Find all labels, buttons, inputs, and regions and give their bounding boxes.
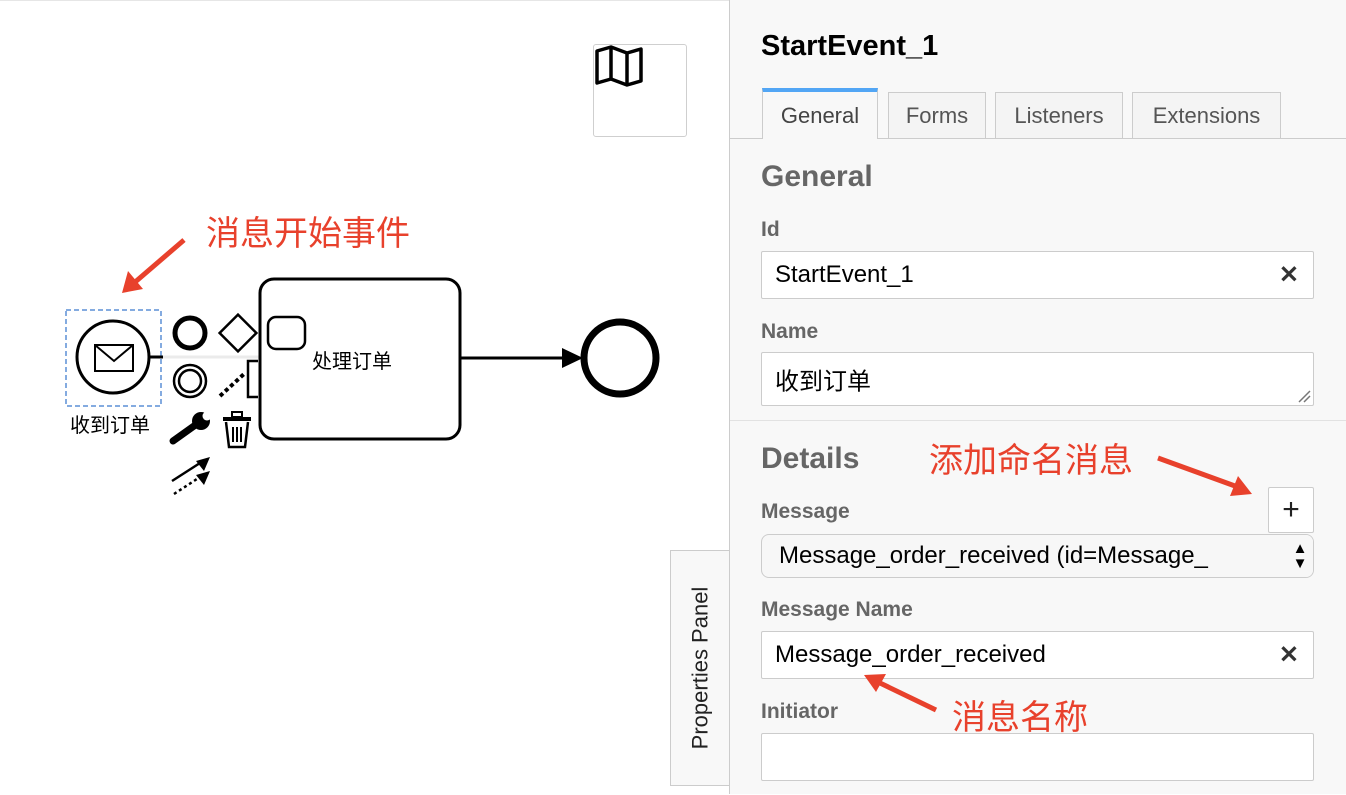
map-icon: [595, 45, 643, 87]
properties-panel-toggle-label: Properties Panel: [687, 586, 713, 750]
annotation-start-event: 消息开始事件: [206, 214, 410, 254]
annotation-arrow-add-message: [1157, 455, 1252, 496]
append-intermediate-event-icon[interactable]: [172, 363, 208, 399]
task-type-icon: [266, 315, 307, 351]
envelope-icon: [94, 344, 134, 372]
properties-panel: StartEvent_1 General Forms Listeners Ext…: [729, 0, 1346, 794]
properties-panel-toggle[interactable]: Properties Panel: [670, 550, 730, 786]
start-event-label: 收到订单: [70, 415, 150, 437]
annotation-arrow-start-event: [122, 238, 186, 293]
panel-annotation-arrows: [864, 455, 1252, 713]
append-end-event-icon[interactable]: [172, 315, 208, 351]
minimap-toggle-button[interactable]: [593, 44, 687, 137]
trash-icon[interactable]: [223, 411, 251, 449]
flow-arrowhead: [562, 348, 583, 368]
bpmn-canvas[interactable]: 收到订单 处理订单 消息开始事件: [0, 0, 730, 794]
task-label: 处理订单: [312, 351, 392, 373]
annotation-arrow-message-name: [864, 674, 938, 713]
end-event[interactable]: [580, 318, 660, 398]
